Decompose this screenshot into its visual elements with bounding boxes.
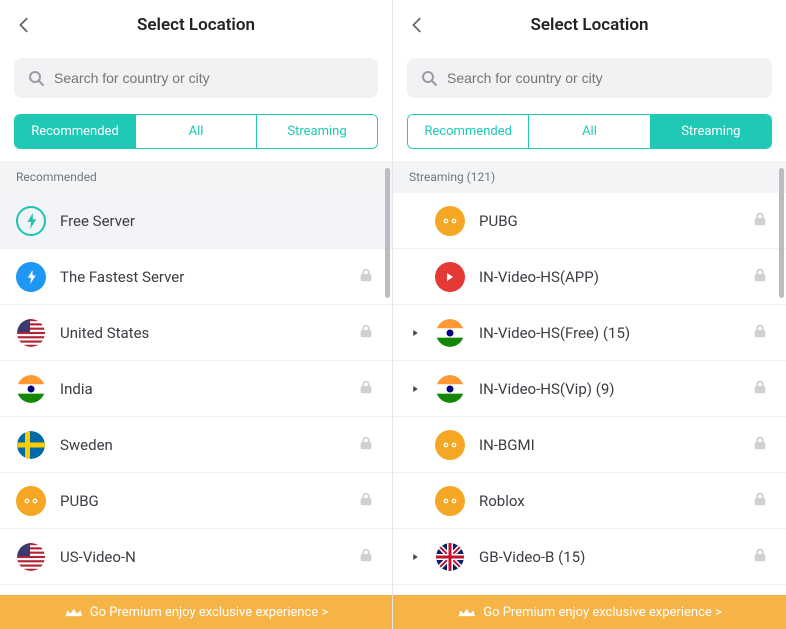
premium-text: Go Premium enjoy exclusive experience > <box>483 605 722 620</box>
server-label: Sweden <box>60 436 344 454</box>
flag-gb-icon <box>435 542 465 572</box>
server-label: IN-Video-HS(Free) (15) <box>479 324 738 342</box>
lock-icon <box>752 435 770 455</box>
search-box[interactable] <box>14 58 378 98</box>
page-title: Select Location <box>531 15 649 35</box>
search-icon <box>421 70 437 86</box>
server-label: US-Video-N <box>60 548 344 566</box>
lock-icon <box>358 547 376 567</box>
server-row[interactable]: The Fastest Server <box>0 249 392 305</box>
expand-arrow-icon[interactable] <box>409 551 421 563</box>
lock-icon <box>752 547 770 567</box>
page-title: Select Location <box>137 15 255 35</box>
header: Select Location <box>0 0 392 50</box>
server-row[interactable]: US-Video-N <box>0 529 392 585</box>
server-row[interactable]: PUBG <box>393 193 786 249</box>
bolt-fill-icon <box>16 262 46 292</box>
tabs: Recommended All Streaming <box>14 114 378 149</box>
panel-streaming: Select Location Recommended All Streamin… <box>393 0 786 629</box>
panel-recommended: Select Location Recommended All Streamin… <box>0 0 393 629</box>
section-header: Recommended <box>0 161 392 193</box>
lock-icon <box>358 491 376 511</box>
lock-icon <box>358 379 376 399</box>
premium-banner[interactable]: Go Premium enjoy exclusive experience > <box>393 595 786 629</box>
tab-all[interactable]: All <box>135 115 256 148</box>
premium-text: Go Premium enjoy exclusive experience > <box>90 605 329 620</box>
server-label: PUBG <box>479 212 738 230</box>
search-container <box>393 50 786 108</box>
server-label: IN-Video-HS(Vip) (9) <box>479 380 738 398</box>
server-row[interactable]: IN-Video-HS(APP) <box>393 249 786 305</box>
play-red-icon <box>435 262 465 292</box>
flag-us-icon <box>16 318 46 348</box>
tab-recommended[interactable]: Recommended <box>15 115 135 148</box>
tab-streaming[interactable]: Streaming <box>256 115 377 148</box>
server-row[interactable]: IN-Video-HS(Vip) (9) <box>393 361 786 417</box>
server-row[interactable]: PUBG <box>0 473 392 529</box>
back-button[interactable] <box>405 13 429 37</box>
server-label: United States <box>60 324 344 342</box>
header: Select Location <box>393 0 786 50</box>
server-label: Roblox <box>479 492 738 510</box>
tab-streaming[interactable]: Streaming <box>650 115 771 148</box>
search-input[interactable] <box>54 70 364 86</box>
flag-se-icon <box>16 430 46 460</box>
tabs: Recommended All Streaming <box>407 114 772 149</box>
lock-icon <box>358 267 376 287</box>
server-label: Free Server <box>60 212 376 230</box>
server-row[interactable]: Sweden <box>0 417 392 473</box>
lock-icon <box>752 211 770 231</box>
expand-arrow-icon[interactable] <box>409 327 421 339</box>
server-row[interactable]: IN-BGMI <box>393 417 786 473</box>
bolt-outline-icon <box>16 206 46 236</box>
server-row[interactable]: IN-Video-HS(Free) (15) <box>393 305 786 361</box>
server-row[interactable]: GB-Video-B (15) <box>393 529 786 585</box>
scrollbar[interactable] <box>779 168 784 298</box>
flag-in-icon <box>16 374 46 404</box>
chevron-left-icon <box>407 14 427 36</box>
lock-icon <box>752 491 770 511</box>
lock-icon <box>752 379 770 399</box>
server-row[interactable]: India <box>0 361 392 417</box>
flag-in-icon <box>435 318 465 348</box>
tab-all[interactable]: All <box>528 115 649 148</box>
lock-icon <box>358 435 376 455</box>
server-list[interactable]: PUBG IN-Video-HS(APP) IN-Video-HS(Free) (1… <box>393 193 786 629</box>
game-orange-icon <box>435 430 465 460</box>
crown-icon <box>64 605 82 619</box>
tab-recommended[interactable]: Recommended <box>408 115 528 148</box>
server-label: The Fastest Server <box>60 268 344 286</box>
search-box[interactable] <box>407 58 772 98</box>
crown-icon <box>457 605 475 619</box>
premium-banner[interactable]: Go Premium enjoy exclusive experience > <box>0 595 392 629</box>
lock-icon <box>752 267 770 287</box>
server-row[interactable]: Roblox <box>393 473 786 529</box>
server-label: India <box>60 380 344 398</box>
server-label: GB-Video-B (15) <box>479 548 738 566</box>
expand-arrow-icon[interactable] <box>409 383 421 395</box>
game-orange-icon <box>16 486 46 516</box>
search-container <box>0 50 392 108</box>
chevron-left-icon <box>14 14 34 36</box>
lock-icon <box>358 323 376 343</box>
scrollbar[interactable] <box>385 168 390 298</box>
search-icon <box>28 70 44 86</box>
server-label: PUBG <box>60 492 344 510</box>
server-list[interactable]: Free Server The Fastest Server United Stat… <box>0 193 392 629</box>
game-orange-icon <box>435 486 465 516</box>
back-button[interactable] <box>12 13 36 37</box>
server-row[interactable]: Free Server <box>0 193 392 249</box>
game-orange-icon <box>435 206 465 236</box>
server-label: IN-BGMI <box>479 436 738 454</box>
search-input[interactable] <box>447 70 758 86</box>
section-header: Streaming (121) <box>393 161 786 193</box>
server-row[interactable]: United States <box>0 305 392 361</box>
lock-icon <box>752 323 770 343</box>
flag-in-icon <box>435 374 465 404</box>
server-label: IN-Video-HS(APP) <box>479 268 738 286</box>
flag-us-icon <box>16 542 46 572</box>
